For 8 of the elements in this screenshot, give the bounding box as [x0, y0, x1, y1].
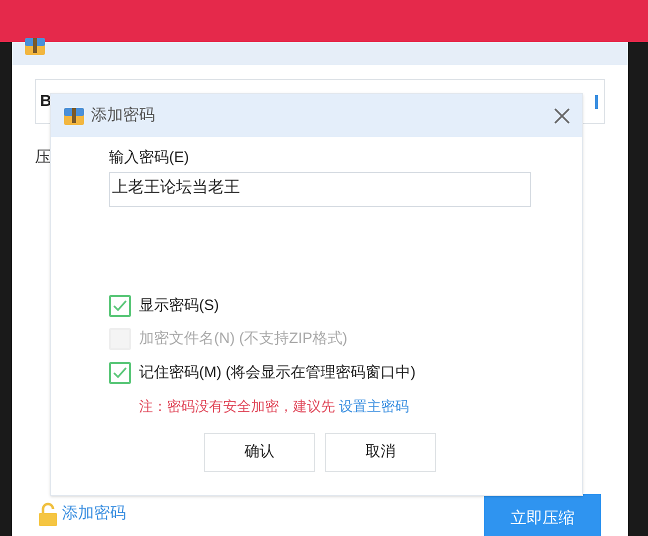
warning-note: 注：密码没有安全加密，建议先 设置主密码: [139, 397, 410, 416]
password-label: 输入密码(E): [109, 148, 190, 168]
field-text: B: [40, 92, 52, 112]
section-label: 压: [35, 148, 51, 168]
checkbox-label: 加密文件名(N) (不支持ZIP格式): [139, 329, 348, 349]
checkbox-label: 记住密码(M) (将会显示在管理密码窗口中): [139, 362, 416, 382]
checkbox-label: 显示密码(S): [139, 296, 219, 316]
dialog-title: 添加密码: [91, 106, 156, 126]
